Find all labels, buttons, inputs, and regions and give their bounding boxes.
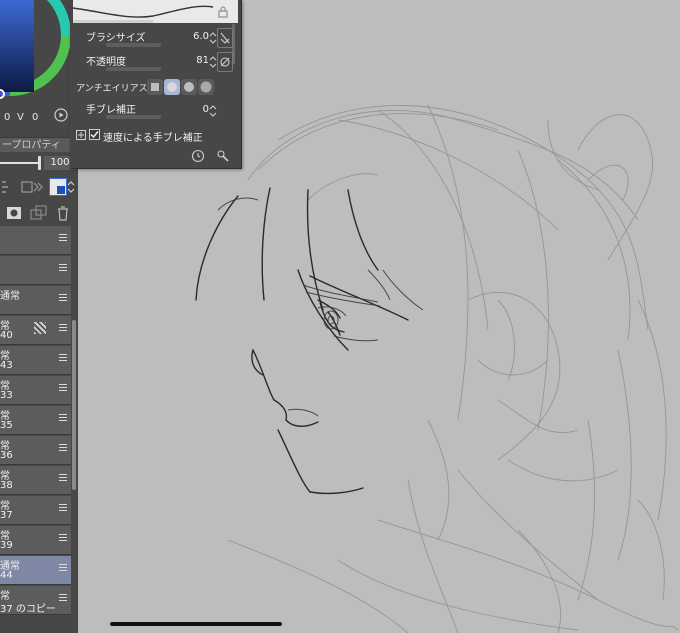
opacity-value[interactable]: 81	[196, 55, 209, 66]
layer-row[interactable]: 常 35	[0, 406, 71, 435]
opacity-fill	[0, 162, 38, 164]
trash-icon[interactable]	[56, 205, 70, 221]
pressure-icon[interactable]	[217, 28, 233, 48]
stroke-preview-line	[73, 5, 214, 23]
opacity-stepper[interactable]	[209, 54, 217, 70]
copy-layer-icon[interactable]	[30, 205, 48, 221]
layer-row[interactable]: 通常	[0, 286, 71, 315]
antialias-none-option[interactable]	[147, 79, 163, 95]
layer-row[interactable]: 常 39	[0, 526, 71, 555]
layer-menu-icon[interactable]	[59, 234, 67, 244]
left-panel: 0 V 0 ープロパティ 100 通常 常 40 常 43 常 33 常 35 …	[0, 0, 78, 633]
popup-footer	[70, 146, 241, 166]
hsv-v: 0	[32, 112, 39, 123]
layer-menu-icon[interactable]	[59, 534, 67, 544]
layer-name: 37 のコピー	[0, 604, 56, 615]
layer-opacity-slider[interactable]: 100	[0, 154, 78, 172]
antialias-medium-option[interactable]	[181, 79, 197, 95]
layer-property-tab[interactable]: ープロパティ	[0, 137, 78, 152]
layer-menu-icon[interactable]	[59, 414, 67, 424]
hsv-h: 0	[4, 112, 11, 123]
layer-scrollbar[interactable]	[72, 320, 76, 490]
tool-property-popup: ブラシサイズ 6.0 不透明度 81 アンチエイリアス 手ブレ補正 0 速度によ…	[70, 0, 242, 169]
layer-menu-icon[interactable]	[59, 384, 67, 394]
mask-icon[interactable]	[6, 205, 22, 221]
antialias-strong-option[interactable]	[198, 79, 214, 95]
layer-row[interactable]	[0, 256, 71, 285]
brush-size-stepper[interactable]	[209, 30, 217, 46]
stroke-preview	[73, 0, 238, 23]
antialias-label: アンチエイリアス	[76, 84, 148, 94]
reset-icon[interactable]	[191, 149, 205, 163]
layer-name: 44	[0, 570, 13, 581]
layer-name: 40	[0, 330, 13, 341]
blend-controls	[0, 176, 78, 198]
stepper-icon[interactable]	[66, 179, 76, 195]
lock-icon[interactable]	[218, 6, 228, 18]
layer-menu-icon[interactable]	[59, 444, 67, 454]
speed-stabilization-label: 速度による手ブレ補正	[103, 133, 203, 144]
layer-menu-icon[interactable]	[59, 564, 67, 574]
stabilization-stepper[interactable]	[209, 103, 217, 119]
layer-menu-icon[interactable]	[59, 324, 67, 334]
layer-color-icon[interactable]	[49, 178, 67, 196]
layer-row[interactable]	[0, 226, 71, 255]
layer-mask-icon	[34, 322, 46, 334]
wrench-icon[interactable]	[216, 149, 230, 163]
opacity-label: 不透明度	[86, 57, 126, 68]
no-pressure-icon[interactable]	[217, 52, 233, 72]
stabilization-row[interactable]: 手ブレ補正 0	[70, 99, 241, 121]
layer-name: 43	[0, 360, 13, 371]
color-wheel[interactable]	[0, 0, 70, 100]
clip-icon[interactable]	[21, 179, 43, 195]
brush-size-label: ブラシサイズ	[86, 33, 146, 44]
layer-menu-icon[interactable]	[59, 504, 67, 514]
opacity-handle[interactable]	[38, 156, 41, 170]
layer-blend-mode: 通常	[0, 291, 20, 302]
layer-menu-icon[interactable]	[59, 354, 67, 364]
speed-stabilization-checkbox[interactable]	[89, 129, 100, 140]
brush-size-row[interactable]: ブラシサイズ 6.0	[70, 26, 241, 50]
play-icon[interactable]	[54, 108, 68, 122]
brush-size-value[interactable]: 6.0	[193, 31, 209, 42]
layer-row[interactable]: 常 37	[0, 496, 71, 525]
layer-name: 37	[0, 510, 13, 521]
layer-row[interactable]: 常 37 のコピー	[0, 586, 71, 615]
layer-row[interactable]: 常 38	[0, 466, 71, 495]
layer-name: 35	[0, 420, 13, 431]
expand-icon[interactable]	[76, 130, 86, 140]
layer-tools	[0, 202, 78, 224]
opacity-row[interactable]: 不透明度 81	[70, 50, 241, 74]
speed-stabilization-row: 速度による手ブレ補正	[70, 128, 241, 144]
home-indicator[interactable]	[110, 622, 282, 626]
layer-list: 通常常 40 常 43 常 33 常 35 常 36 常 38 常 37 常 39 通常 44 常 37 のコピー	[0, 226, 72, 633]
stabilization-slider[interactable]	[106, 115, 161, 119]
layer-menu-icon[interactable]	[59, 264, 67, 274]
brush-size-slider[interactable]	[106, 43, 161, 47]
layer-menu-icon[interactable]	[59, 294, 67, 304]
layer-name: 33	[0, 390, 13, 401]
antialias-row: アンチエイリアス	[70, 76, 241, 98]
stabilization-label: 手ブレ補正	[86, 105, 136, 116]
layer-row[interactable]: 通常 44	[0, 556, 71, 585]
layer-name: 36	[0, 450, 13, 461]
blend-mode-icon[interactable]	[0, 179, 14, 195]
layer-name: 38	[0, 480, 13, 491]
antialias-weak-option[interactable]	[164, 79, 180, 95]
layer-row[interactable]: 常 36	[0, 436, 71, 465]
hsv-s: V	[17, 112, 24, 123]
layer-row[interactable]: 常 33	[0, 376, 71, 405]
layer-row[interactable]: 常 43	[0, 346, 71, 375]
layer-row[interactable]: 常 40	[0, 316, 71, 345]
layer-menu-icon[interactable]	[59, 474, 67, 484]
opacity-slider[interactable]	[106, 67, 161, 71]
layer-menu-icon[interactable]	[59, 594, 67, 604]
layer-name: 39	[0, 540, 13, 551]
